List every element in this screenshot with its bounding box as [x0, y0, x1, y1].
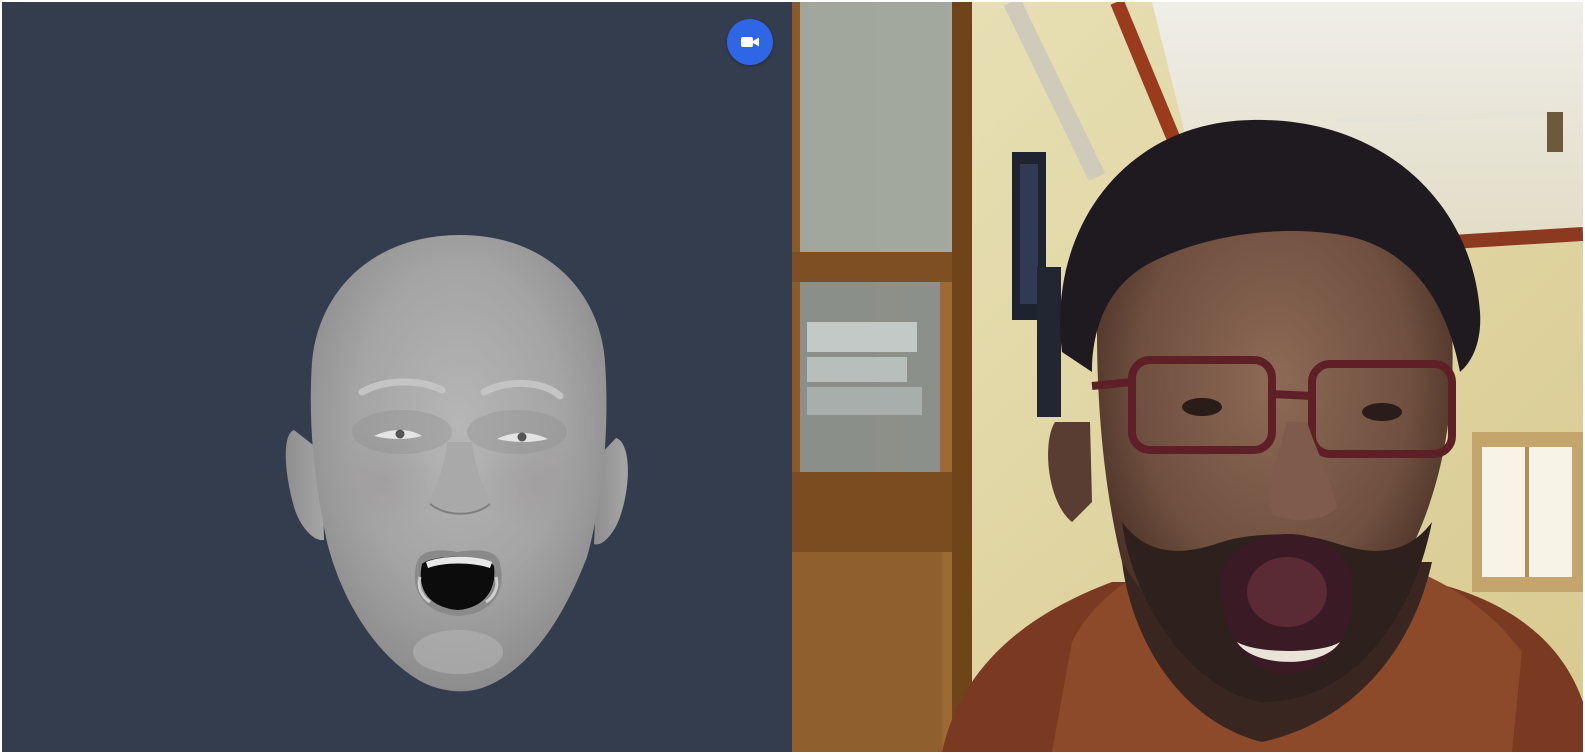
avatar-panel	[2, 2, 792, 752]
3d-head-model	[285, 235, 628, 692]
face-mirror-app	[2, 2, 1583, 752]
webcam-image	[792, 2, 1583, 752]
video-camera-icon	[741, 37, 759, 47]
webcam-feed	[792, 2, 1583, 752]
camera-toggle-button[interactable]	[727, 19, 773, 65]
